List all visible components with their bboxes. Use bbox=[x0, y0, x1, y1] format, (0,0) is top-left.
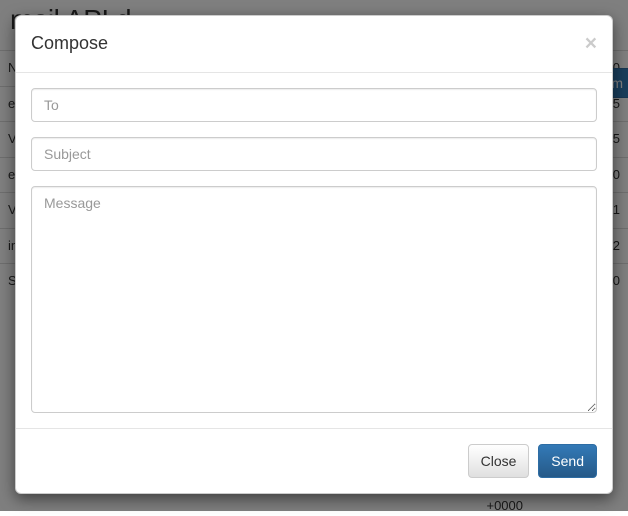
compose-modal: Compose × Close Send bbox=[15, 15, 613, 494]
close-button[interactable]: Close bbox=[468, 444, 530, 478]
message-textarea[interactable] bbox=[31, 186, 597, 413]
modal-footer: Close Send bbox=[16, 428, 612, 493]
modal-header: Compose × bbox=[16, 16, 612, 73]
to-input[interactable] bbox=[31, 88, 597, 122]
modal-title: Compose bbox=[31, 31, 108, 57]
modal-body bbox=[16, 73, 612, 428]
send-button[interactable]: Send bbox=[538, 444, 597, 478]
subject-input[interactable] bbox=[31, 137, 597, 171]
close-icon[interactable]: × bbox=[585, 33, 597, 54]
